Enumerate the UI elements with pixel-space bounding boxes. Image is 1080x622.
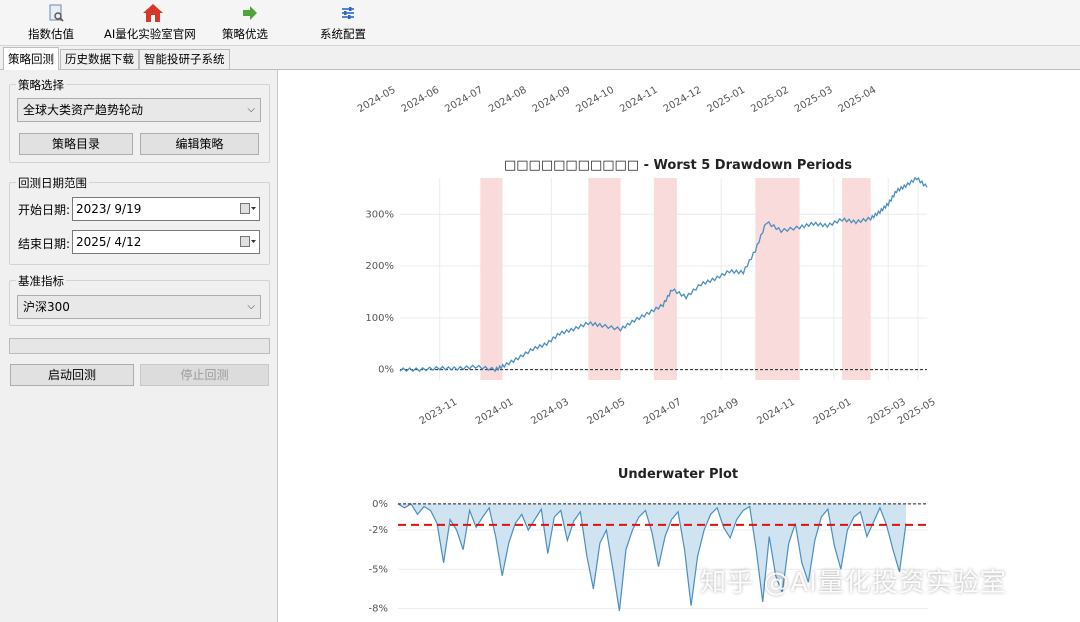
start-date-picker[interactable]: 2023/ 9/19	[72, 197, 260, 221]
tick-label: 2025-04	[837, 85, 879, 115]
tick-label: -8%	[369, 603, 388, 614]
tick-label: 2025-02	[749, 85, 791, 115]
watermark: 知乎 @AI量化投资实验室	[700, 568, 1007, 598]
tick-label: 2025-01	[812, 397, 854, 427]
tick-label: 2024-11	[618, 85, 660, 115]
calendar-dropdown-icon[interactable]	[240, 236, 256, 248]
tick-label: 2024-10	[574, 85, 616, 115]
drawdown-period	[842, 178, 871, 380]
benchmark-group-title: 基准指标	[16, 273, 66, 289]
strategy-select[interactable]: 全球大类资产趋势轮动 ⌵	[17, 98, 261, 122]
end-date-picker[interactable]: 2025/ 4/12	[72, 230, 260, 254]
system-config-button[interactable]: 系统配置	[320, 3, 376, 43]
end-date-value: 2025/ 4/12	[76, 235, 142, 249]
website-button[interactable]: AI量化实验室官网	[104, 3, 202, 43]
settings-sliders-icon	[342, 7, 354, 19]
date-range-group-title: 回测日期范围	[16, 175, 89, 191]
benchmark-select[interactable]: 沪深300 ⌵	[17, 295, 261, 319]
start-backtest-button[interactable]: 启动回测	[10, 364, 134, 386]
strategy-select-button[interactable]: 策略优选	[222, 3, 278, 43]
stop-backtest-button[interactable]: 停止回测	[140, 364, 269, 386]
index-valuation-icon	[49, 4, 64, 22]
chart-title: Underwater Plot	[618, 467, 738, 482]
index-valuation-button[interactable]: 指数估值	[28, 3, 84, 43]
tick-label: 2024-08	[487, 85, 529, 115]
toolbar: 指数估值 AI量化实验室官网 策略优选 系统配置	[0, 0, 1080, 46]
tab-research-system[interactable]: 智能投研子系统	[139, 49, 230, 70]
toolbar-label: AI量化实验室官网	[104, 27, 196, 41]
home-icon	[143, 4, 163, 22]
tick-label: -2%	[369, 525, 388, 536]
tab-history-download[interactable]: 历史数据下载	[60, 49, 139, 70]
tick-label: 2023-11	[418, 397, 460, 427]
edit-strategy-button[interactable]: 编辑策略	[140, 133, 259, 155]
tick-label: 2025-01	[706, 85, 748, 115]
tick-label: 2024-07	[443, 85, 485, 115]
tick-label: 2024-09	[699, 397, 741, 427]
arrow-right-icon	[243, 6, 257, 20]
strategy-select-value: 全球大类资产趋势轮动	[23, 103, 144, 117]
strategy-catalog-button[interactable]: 策略目录	[19, 133, 133, 155]
chart-panel[interactable]: 2024-05 2024-06 2024-07 2024-08 2024-09 2024-…	[277, 70, 1080, 622]
tick-label: 2024-11	[755, 397, 797, 427]
app-window: 指数估值 AI量化实验室官网 策略优选 系统配置 策略回测 历史数据下载 智能投…	[0, 0, 1080, 622]
tick-label: 100%	[365, 313, 394, 324]
chart-title: □□□□□□□□□□□ - Worst 5 Drawdown Periods	[504, 158, 852, 173]
tick-label: 0%	[372, 499, 388, 510]
drawdown-period	[653, 178, 677, 380]
benchmark-select-value: 沪深300	[23, 300, 70, 314]
chevron-down-icon: ⌵	[247, 301, 255, 312]
tick-label: -5%	[369, 564, 388, 575]
strategy-group-title: 策略选择	[16, 77, 66, 93]
tick-label: 2024-03	[529, 397, 571, 427]
toolbar-label: 指数估值	[28, 27, 74, 41]
toolbar-label: 系统配置	[320, 27, 366, 41]
chart-canvas: 2024-05 2024-06 2024-07 2024-08 2024-09 2024-…	[356, 85, 938, 615]
start-date-value: 2023/ 9/19	[76, 202, 142, 216]
tick-label: 2024-05	[356, 85, 398, 115]
tick-label: 2024-12	[662, 85, 704, 115]
chevron-down-icon: ⌵	[247, 104, 255, 115]
tick-label: 2024-09	[531, 85, 573, 115]
tick-label: 2024-05	[586, 397, 628, 427]
tab-bar: 策略回测 历史数据下载 智能投研子系统	[0, 47, 1080, 70]
tab-backtest[interactable]: 策略回测	[3, 47, 59, 70]
calendar-dropdown-icon[interactable]	[240, 203, 256, 215]
tick-label: 200%	[365, 261, 394, 272]
tick-label: 2024-06	[400, 85, 442, 115]
tick-label: 300%	[365, 209, 394, 220]
start-date-label: 开始日期:	[18, 203, 71, 217]
drawdown-period	[588, 178, 621, 380]
drawdown-period	[480, 178, 503, 380]
tick-label: 0%	[378, 365, 394, 376]
tick-label: 2024-01	[474, 397, 516, 427]
toolbar-label: 策略优选	[222, 27, 268, 41]
drawdown-period	[755, 178, 800, 380]
progress-bar	[9, 338, 270, 354]
tick-label: 2025-03	[793, 85, 835, 115]
tick-label: 2024-07	[642, 397, 684, 427]
end-date-label: 结束日期:	[18, 237, 71, 251]
